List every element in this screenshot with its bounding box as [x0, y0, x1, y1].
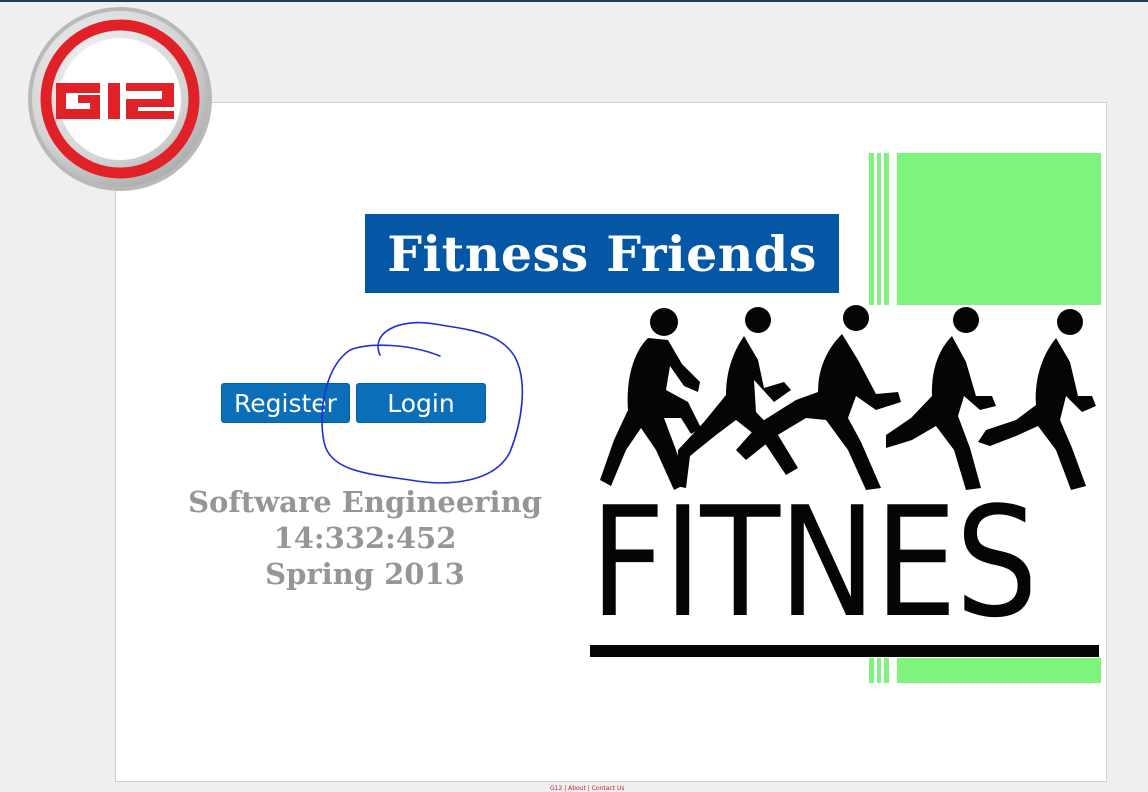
register-button[interactable]: Register — [221, 383, 350, 423]
course-title: Software Engineering — [188, 485, 542, 519]
course-term: Spring 2013 — [265, 557, 465, 591]
g12-logo-icon[interactable] — [26, 5, 214, 193]
login-button[interactable]: Login — [356, 383, 486, 423]
course-number: 14:332:452 — [273, 521, 457, 555]
course-info: Software Engineering 14:332:452 Spring 2… — [150, 484, 580, 592]
fitness-underline — [590, 645, 1099, 657]
top-border — [0, 0, 1148, 2]
fitness-word: FITNESS — [590, 488, 1031, 638]
